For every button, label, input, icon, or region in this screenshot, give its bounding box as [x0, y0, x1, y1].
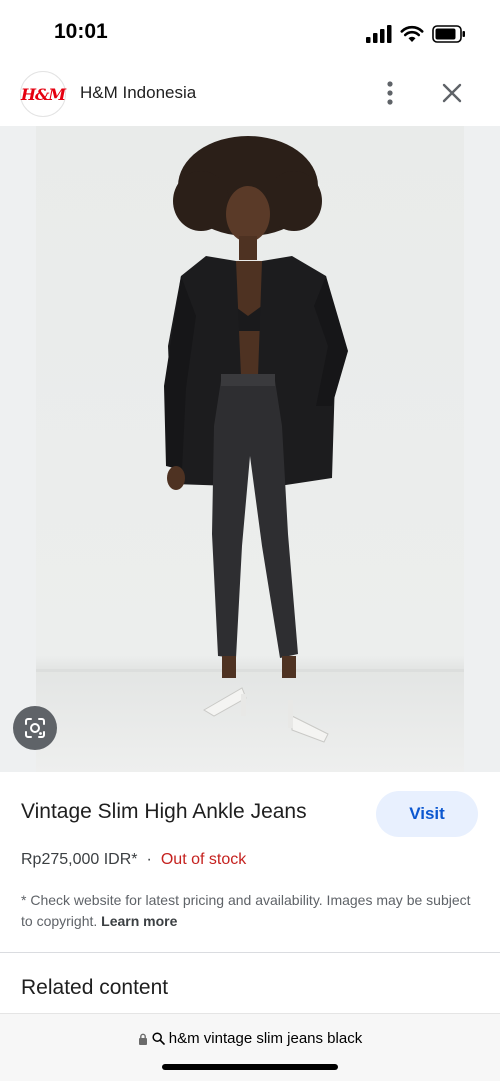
price-row: Rp275,000 IDR* · Out of stock: [21, 851, 246, 869]
url-query[interactable]: h&m vintage slim jeans black: [169, 1030, 362, 1047]
learn-more-link[interactable]: Learn more: [101, 913, 177, 929]
signal-icon: [366, 25, 392, 43]
lock-icon: [138, 1033, 147, 1045]
site-logo[interactable]: H&M: [20, 71, 66, 117]
more-vert-icon[interactable]: [380, 79, 400, 107]
battery-icon: [432, 25, 465, 43]
wifi-icon: [400, 25, 424, 42]
product-image-area: [0, 126, 500, 772]
google-lens-icon: [25, 718, 45, 738]
search-icon: [152, 1032, 165, 1045]
section-divider: [0, 952, 500, 953]
separator-dot: ·: [146, 851, 152, 868]
home-indicator: [162, 1064, 338, 1070]
disclaimer-text: * Check website for latest pricing and a…: [21, 892, 471, 929]
status-bar: 10:01: [0, 0, 500, 66]
url-content[interactable]: h&m vintage slim jeans black: [0, 1030, 500, 1047]
url-bar[interactable]: h&m vintage slim jeans black: [0, 1013, 500, 1081]
visit-button[interactable]: Visit: [376, 791, 478, 837]
stock-status: Out of stock: [160, 851, 247, 868]
status-icons: [366, 24, 466, 44]
lens-search-button[interactable]: [13, 706, 57, 750]
related-content-heading: Related content: [21, 976, 169, 999]
site-header: H&M H&M Indonesia: [0, 66, 500, 126]
product-price: Rp275,000 IDR*: [21, 851, 138, 868]
close-icon[interactable]: [438, 79, 466, 107]
model-illustration: [36, 136, 464, 743]
status-time: 10:01: [54, 20, 108, 43]
product-title[interactable]: Vintage Slim High Ankle Jeans: [21, 800, 307, 824]
disclaimer: * Check website for latest pricing and a…: [21, 890, 481, 932]
site-name[interactable]: H&M Indonesia: [80, 83, 196, 103]
product-photo[interactable]: [36, 126, 464, 772]
